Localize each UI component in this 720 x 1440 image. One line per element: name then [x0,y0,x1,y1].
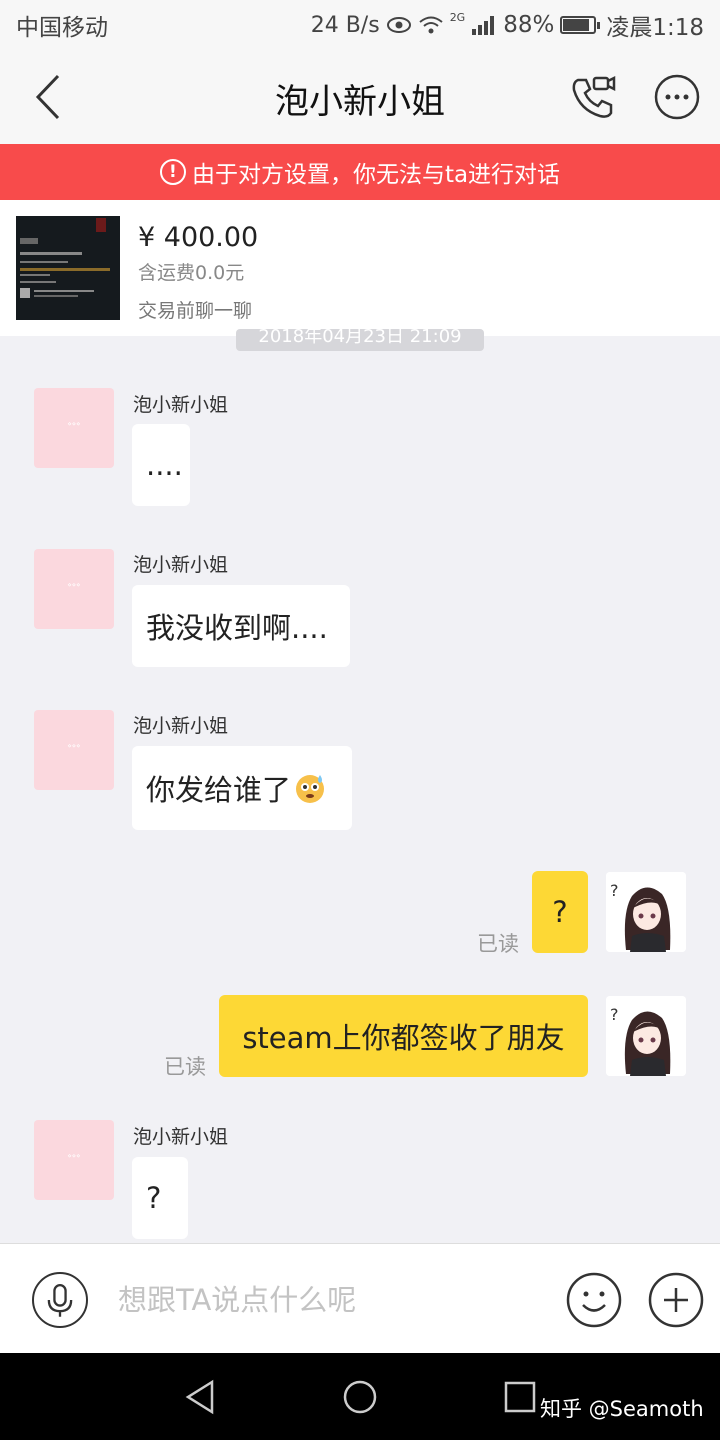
message-bubble-mine[interactable]: ? [532,871,588,953]
contact-avatar[interactable]: ⋄⋄⋄ [34,1120,114,1200]
product-card[interactable]: ¥ 400.00 含运费0.0元 交易前聊一聊 [0,200,720,336]
chat-timestamp: 2018年04月23日 21:09 [236,329,484,351]
wifi-icon [419,16,443,34]
video-call-icon[interactable] [568,72,618,122]
read-status: 已读 [164,1055,206,1079]
message-bubble[interactable]: 我没收到啊.... [132,585,350,667]
net-speed: 24 B/s [310,12,380,38]
sender-name: 泡小新小姐 [133,1126,229,1148]
avatar-logo: ⋄⋄⋄ [67,420,81,428]
battery-icon [560,16,601,34]
message-bubble[interactable]: .... [132,424,190,506]
chat-header: 泡小新小姐 [0,50,720,144]
contact-avatar[interactable]: ⋄⋄⋄ [34,549,114,629]
eye-icon [386,17,411,33]
blocked-notice: ! 由于对方设置，你无法与ta进行对话 [0,144,720,200]
input-bar [0,1243,720,1353]
network-type: 2G [449,10,466,24]
product-thumbnail[interactable] [16,216,120,320]
message-bubble[interactable]: 你发给谁了 [132,746,352,830]
message-bubble-mine[interactable]: steam上你都签收了朋友 [219,995,588,1077]
avatar-logo: ⋄⋄⋄ [67,1152,81,1160]
notice-text: 由于对方设置，你无法与ta进行对话 [191,162,561,188]
sender-name: 泡小新小姐 [133,394,229,416]
svg-text:?: ? [610,1005,619,1024]
read-status: 已读 [477,932,519,956]
clock: 凌晨1:18 [606,15,704,41]
message-bubble[interactable]: ? [132,1157,188,1239]
microphone-icon[interactable] [32,1272,88,1328]
contact-avatar[interactable]: ⋄⋄⋄ [34,388,114,468]
watermark: 知乎 @Seamoth [540,1397,704,1421]
plus-icon[interactable] [648,1272,704,1328]
product-shipping: 含运费0.0元 [138,262,245,284]
system-nav-bar: 知乎 @Seamoth [0,1353,720,1440]
product-hint: 交易前聊一聊 [138,300,253,322]
contact-avatar[interactable]: ⋄⋄⋄ [34,710,114,790]
status-bar: 中国移动 24 B/s 2G 88% 凌晨1:18 [0,0,720,50]
carrier-name: 中国移动 [16,15,108,41]
recents-square-icon[interactable] [504,1381,536,1413]
home-circle-icon[interactable] [342,1379,378,1415]
battery-fill [563,19,590,31]
warning-icon: ! [159,159,186,185]
battery-percent: 88% [503,12,555,38]
product-price: ¥ 400.00 [138,222,259,253]
back-triangle-icon[interactable] [182,1379,218,1415]
svg-text:?: ? [610,881,619,900]
sender-name: 泡小新小姐 [133,715,229,737]
emoji-icon[interactable] [566,1272,622,1328]
message-text: 你发给谁了 [146,773,292,807]
signal-icon [472,16,495,35]
status-right: 24 B/s 2G 88% 凌晨1:18 [311,8,704,42]
more-icon[interactable] [654,74,700,120]
my-avatar[interactable]: ? [606,872,686,952]
message-input[interactable] [118,1272,538,1328]
avatar-logo: ⋄⋄⋄ [67,581,81,589]
my-avatar[interactable]: ? [606,996,686,1076]
sender-name: 泡小新小姐 [133,554,229,576]
sweat-emoji-icon [296,775,325,803]
avatar-logo: ⋄⋄⋄ [67,742,81,750]
